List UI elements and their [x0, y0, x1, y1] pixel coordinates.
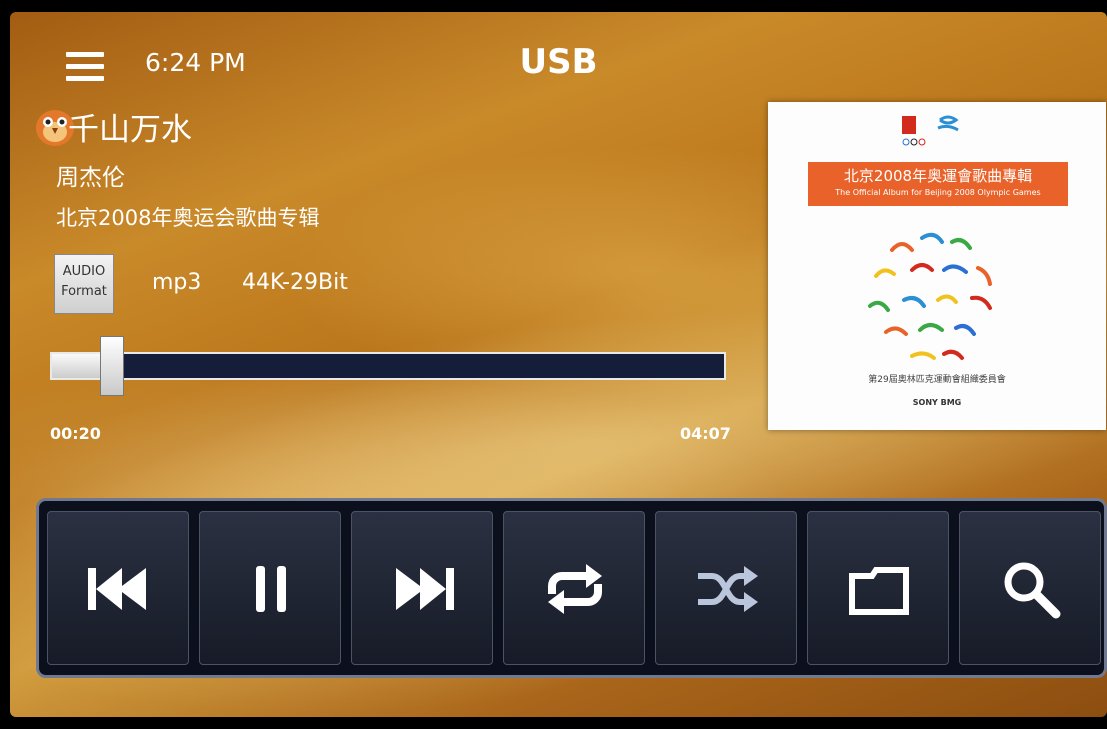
codec-label: mp3	[152, 270, 202, 295]
album-art: 北京2008年奥運會歌曲專輯 The Official Album for Be…	[768, 102, 1106, 430]
progress-thumb[interactable]	[100, 336, 125, 396]
progress-bar[interactable]	[50, 336, 726, 396]
olympic-emblem-icon	[902, 115, 959, 146]
bitrate-label: 44K-29Bit	[242, 270, 348, 295]
repeat-button[interactable]	[503, 511, 645, 665]
badge-line-1: AUDIO	[62, 264, 106, 279]
album-organizer: 第29屆奧林匹克運動會組織委員會	[868, 375, 1006, 385]
repeat-icon	[548, 564, 602, 614]
album-banner-en: The Official Album for Beijing 2008 Olym…	[835, 188, 1041, 197]
playback-controls	[36, 498, 1107, 678]
album-banner-cn: 北京2008年奥運會歌曲專輯	[843, 167, 1033, 185]
pause-icon	[256, 566, 286, 612]
shuffle-button[interactable]	[655, 511, 797, 665]
audio-format-badge: AUDIO Format	[54, 254, 114, 314]
artist-name: 周杰伦	[56, 165, 125, 191]
next-track-icon	[396, 568, 454, 610]
album-publisher: SONY BMG	[912, 398, 962, 407]
source-title: USB	[519, 42, 598, 82]
badge-line-2: Format	[61, 284, 107, 299]
total-duration: 04:07	[680, 424, 731, 443]
search-icon	[1004, 562, 1061, 619]
previous-track-icon	[88, 568, 146, 610]
album-art-banner: 北京2008年奥運會歌曲專輯 The Official Album for Be…	[808, 162, 1068, 206]
shuffle-icon	[698, 566, 758, 612]
search-button[interactable]	[959, 511, 1101, 665]
folder-icon	[849, 567, 909, 615]
pause-button[interactable]	[199, 511, 341, 665]
album-name: 北京2008年奥运会歌曲专辑	[56, 206, 320, 230]
elapsed-time: 00:20	[50, 424, 101, 443]
song-title: 千山万水	[68, 112, 192, 148]
folder-button[interactable]	[807, 511, 949, 665]
swirl-artwork-icon	[868, 232, 992, 360]
previous-button[interactable]	[47, 511, 189, 665]
music-player-screen: 6:24 PM USB 千山万水 周杰伦 北京2008年奥运会歌曲专辑 AUDI…	[10, 12, 1107, 717]
next-button[interactable]	[351, 511, 493, 665]
